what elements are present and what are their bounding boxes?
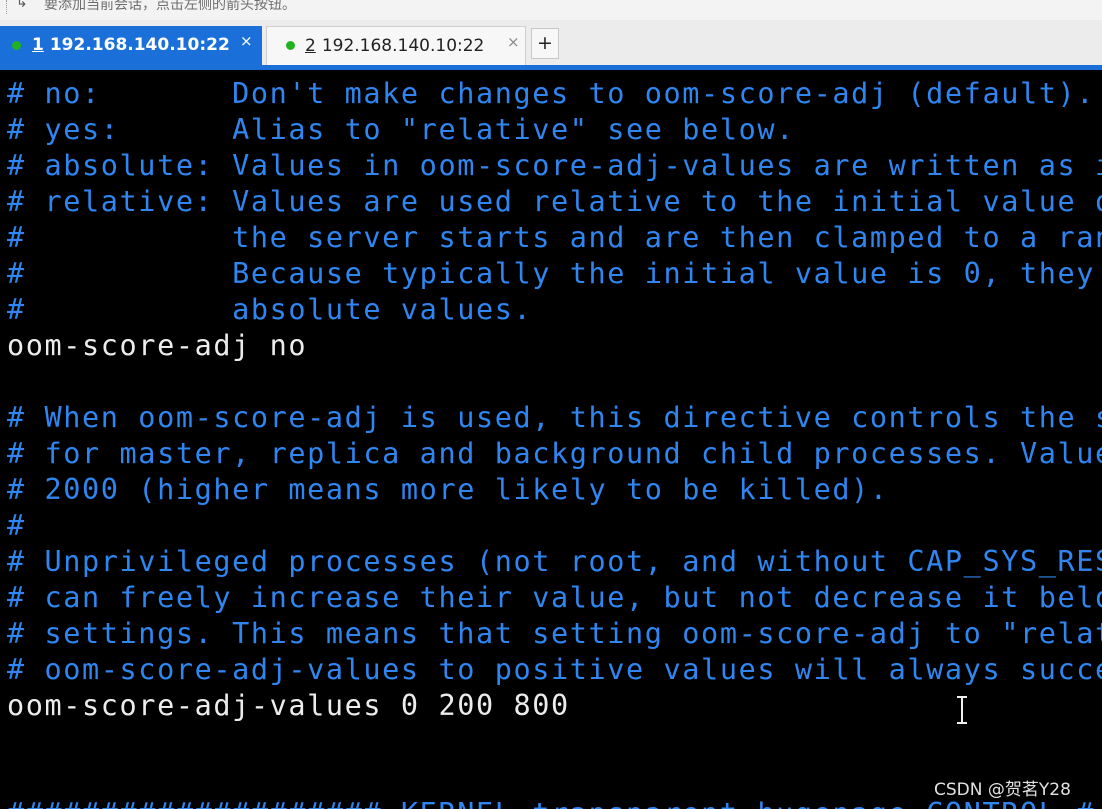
config-directive-line: oom-score-adj no [7,329,308,362]
session-hint-text: 要添加当前会话，点击左侧的箭头按钮。 [44,0,296,13]
connected-status-icon [12,41,21,50]
config-directive-line: oom-score-adj-values 0 200 800 [7,689,570,722]
config-comment-line: #################### KERNEL transparent … [7,796,1095,809]
tab-host: 192.168.140.10:22 [49,35,230,55]
close-icon[interactable]: × [240,32,253,50]
arrow-into-bar-icon[interactable]: ↳ [16,0,28,11]
config-comment-line: # settings. This means that setting oom-… [7,617,1102,650]
config-comment-line: # When oom-score-adj is used, this direc… [7,401,1102,434]
tab-number: 2 [305,36,316,56]
config-comment-line: # no: Don't make changes to oom-score-ad… [7,77,1095,110]
new-tab-button[interactable]: + [531,28,559,59]
session-tab-2[interactable]: 2 192.168.140.10:22 × [266,26,526,65]
tab-host: 192.168.140.10:22 [321,36,485,56]
session-hint-bar: ↳ 要添加当前会话，点击左侧的箭头按钮。 [0,0,1102,21]
tab-number: 1 [32,35,44,55]
terminal-output[interactable]: # no: Don't make changes to oom-score-ad… [0,70,1102,809]
config-comment-line: # oom-score-adj-values to positive value… [7,653,1102,686]
config-comment-line: # absolute values. [7,293,533,326]
config-comment-line: # Unprivileged processes (not root, and … [7,545,1102,578]
toolbar-grip[interactable] [6,0,9,14]
close-icon[interactable]: × [507,33,520,51]
config-comment-line: # absolute: Values in oom-score-adj-valu… [7,149,1102,182]
tab-title: 2 192.168.140.10:22 [305,36,484,56]
session-tab-1[interactable]: 1 192.168.140.10:22 × [0,26,262,65]
tab-title: 1 192.168.140.10:22 [32,35,230,55]
connected-status-icon [286,41,295,50]
config-comment-line: # yes: Alias to "relative" see below. [7,113,795,146]
config-comment-line: # [7,509,26,542]
config-comment-line: # for master, replica and background chi… [7,437,1102,470]
terminal-app-window: ↳ 要添加当前会话，点击左侧的箭头按钮。 1 192.168.140.10:22 … [0,0,1102,809]
config-comment-line: # Because typically the initial value is… [7,257,1095,290]
config-comment-line: # the server starts and are then clamped… [7,221,1102,254]
watermark: CSDN @贺茗Y28 [934,780,1071,800]
config-comment-line: # relative: Values are used relative to … [7,185,1102,218]
text-cursor-icon [955,696,969,724]
config-comment-line: # 2000 (higher means more likely to be k… [7,473,889,506]
config-comment-line: # can freely increase their value, but n… [7,581,1102,614]
